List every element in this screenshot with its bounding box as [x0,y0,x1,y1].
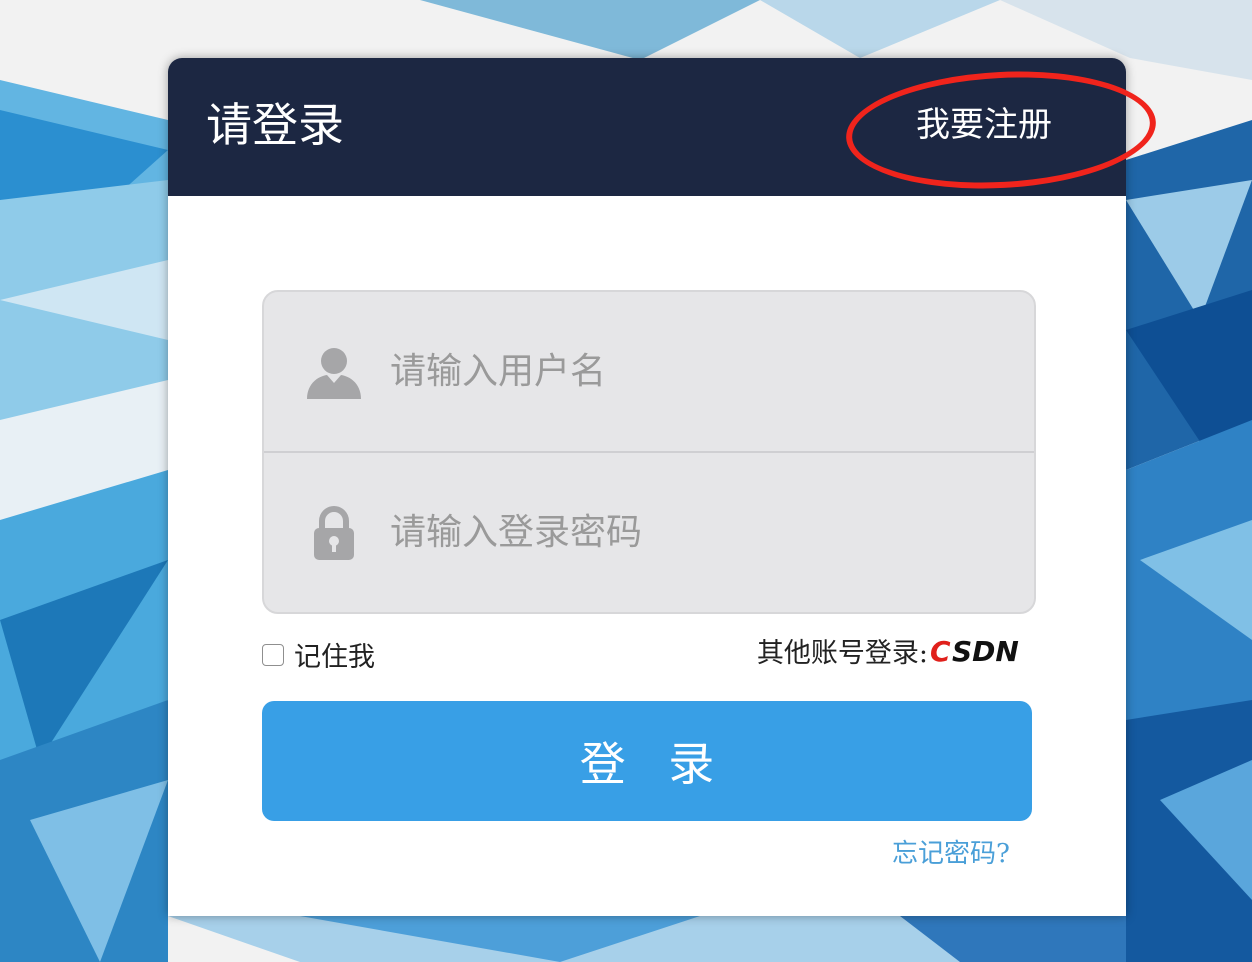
remember-me[interactable]: 记住我 [262,635,375,674]
forgot-password-link[interactable]: 忘记密码? [892,833,1010,870]
csdn-logo-icon[interactable]: C SDN [930,636,1032,666]
password-row [264,453,1034,612]
other-login-label: 其他账号登录: [756,638,928,669]
lock-icon [304,505,364,561]
other-login: 其他账号登录: C SDN [757,631,1032,670]
username-input[interactable] [390,341,1014,402]
csdn-logo-c: C [930,636,951,666]
page-title: 请登录 [206,98,344,152]
password-input[interactable] [390,502,1014,563]
csdn-logo-sdn: SDN [952,636,1019,666]
login-button[interactable]: 登 录 [262,701,1032,821]
user-icon [304,344,364,400]
credentials-group [262,290,1036,614]
login-options: 记住我 其他账号登录: C SDN [262,631,1032,674]
remember-checkbox[interactable] [262,643,284,666]
username-row [264,292,1034,453]
remember-label: 记住我 [294,642,375,673]
